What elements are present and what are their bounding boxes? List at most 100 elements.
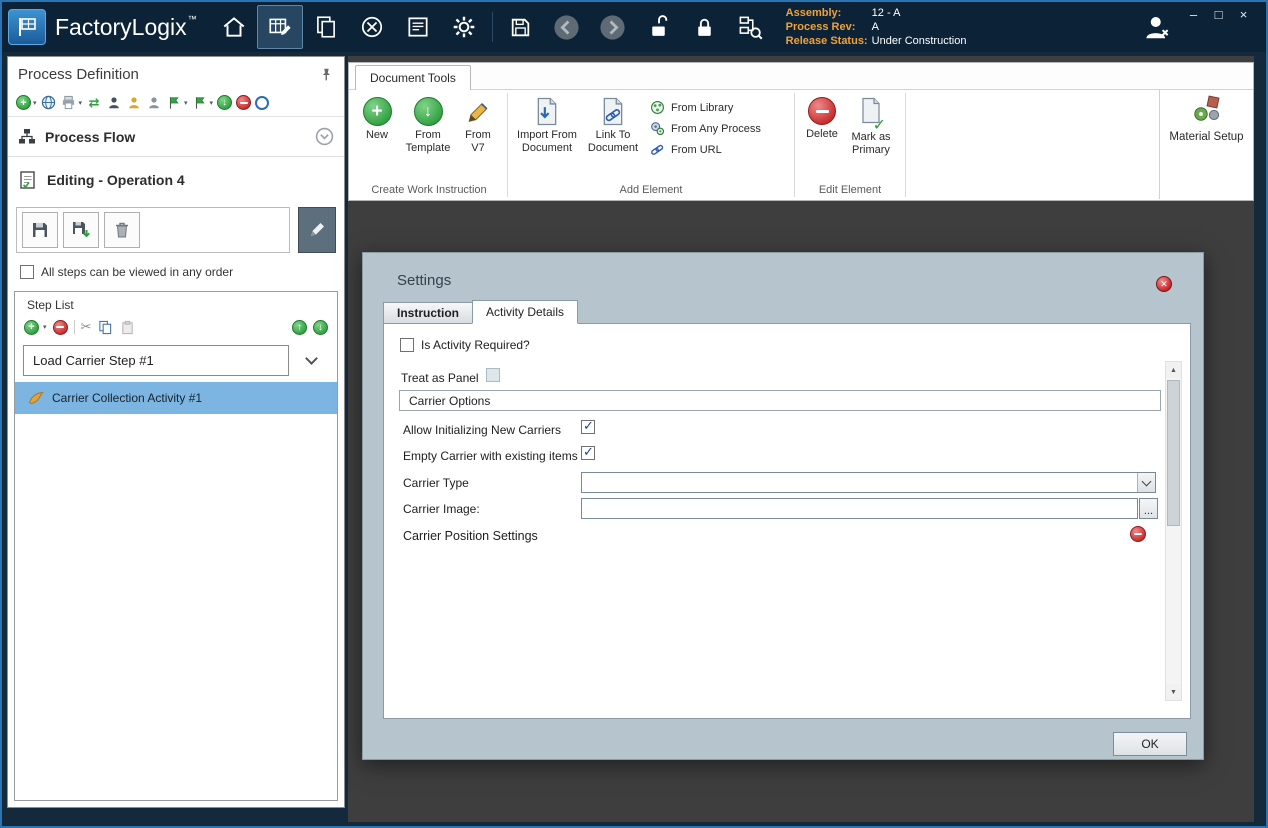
flag-dropdown-caret[interactable]: ▾	[184, 99, 188, 107]
operator-icon[interactable]	[106, 95, 122, 111]
link-to-document-button[interactable]: Link To Document	[582, 94, 644, 158]
scroll-down-button[interactable]: ▼	[1166, 684, 1181, 700]
documents-icon	[313, 14, 339, 40]
record-icon[interactable]	[255, 96, 269, 110]
dialog-tabs: Instruction Activity Details	[383, 300, 578, 324]
add-icon[interactable]: +	[16, 95, 31, 110]
process-search-button[interactable]	[728, 5, 774, 49]
all-steps-checkbox-row: All steps can be viewed in any order	[8, 257, 344, 287]
copy-icon[interactable]	[97, 319, 113, 335]
editing-actions-row	[8, 203, 344, 257]
vertical-scrollbar[interactable]: ▲ ▼	[1165, 361, 1182, 701]
unlock-icon	[646, 15, 671, 40]
delete-step-button[interactable]	[104, 212, 140, 248]
processes-icon	[650, 121, 665, 136]
remove-step-icon[interactable]	[53, 320, 68, 335]
user-account-button[interactable]	[1142, 12, 1172, 45]
process-rev-label: Process Rev:	[786, 20, 872, 34]
group-add-label: Add Element	[512, 180, 790, 200]
carrier-type-combobox[interactable]	[581, 472, 1156, 493]
carrier-type-dropdown-button[interactable]	[1137, 473, 1155, 492]
tab-activity-details[interactable]: Activity Details	[472, 300, 578, 324]
trademark-symbol: ™	[188, 14, 197, 24]
from-any-process-label: From Any Process	[671, 123, 761, 135]
toolbar-separator	[74, 320, 75, 334]
from-template-button[interactable]: ↓ From Template	[399, 94, 457, 158]
gray-user-icon[interactable]	[146, 95, 162, 111]
minimize-button[interactable]: –	[1181, 6, 1206, 24]
compass-icon	[359, 14, 385, 40]
reports-button[interactable]	[395, 5, 441, 49]
move-step-down-icon[interactable]: ↓	[313, 320, 328, 335]
carrier-image-input[interactable]	[581, 498, 1138, 519]
add-step-icon[interactable]: +	[24, 320, 39, 335]
documents-button[interactable]	[303, 5, 349, 49]
news-icon	[405, 14, 431, 40]
step-selector-combobox[interactable]: Load Carrier Step #1	[23, 345, 289, 376]
mark-as-primary-button[interactable]: ✓ Mark as Primary	[845, 94, 897, 160]
back-button[interactable]	[544, 5, 590, 49]
release-status-label: Release Status:	[786, 34, 872, 48]
flag2-dropdown-caret[interactable]: ▾	[210, 99, 214, 107]
move-down-icon[interactable]: ↓	[217, 95, 232, 110]
remove-carrier-position-button[interactable]	[1130, 526, 1146, 542]
scroll-up-button[interactable]: ▲	[1166, 362, 1181, 378]
home-button[interactable]	[211, 5, 257, 49]
sync-icon[interactable]: ⇄	[86, 95, 102, 111]
allow-initializing-checkbox[interactable]	[581, 420, 595, 434]
maximize-button[interactable]: □	[1206, 6, 1231, 24]
cut-icon[interactable]: ✂	[81, 319, 92, 335]
forward-arrow-icon	[598, 13, 627, 42]
import-step-button[interactable]	[63, 212, 99, 248]
flag-icon[interactable]	[166, 95, 182, 111]
new-instruction-button[interactable]: + New	[355, 94, 399, 145]
titlebar: FactoryLogix™	[2, 2, 1266, 52]
pin-icon[interactable]	[318, 67, 334, 83]
print-dropdown-caret[interactable]: ▾	[79, 99, 83, 107]
tree-search-icon	[737, 14, 764, 41]
process-editor-button[interactable]	[257, 5, 303, 49]
scroll-thumb[interactable]	[1167, 380, 1180, 526]
scroll-track[interactable]	[1166, 378, 1181, 684]
from-any-process-button[interactable]: From Any Process	[650, 120, 761, 137]
paste-icon[interactable]	[119, 319, 135, 335]
tab-instruction[interactable]: Instruction	[383, 302, 472, 324]
add-dropdown-caret[interactable]: ▾	[33, 99, 37, 107]
ok-button[interactable]: OK	[1113, 732, 1187, 756]
ribbon-tabstrip: Document Tools	[349, 63, 1253, 90]
carrier-image-browse-button[interactable]: ...	[1139, 498, 1158, 519]
tab-document-tools[interactable]: Document Tools	[355, 65, 471, 90]
import-from-document-button[interactable]: Import From Document	[512, 94, 582, 158]
document-tools-ribbon: Document Tools + New ↓ From Template	[348, 62, 1254, 201]
forward-button[interactable]	[590, 5, 636, 49]
globe-icon[interactable]	[41, 95, 57, 111]
carrier-position-settings-label: Carrier Position Settings	[403, 529, 538, 543]
from-library-button[interactable]: From Library	[650, 99, 761, 116]
flag2-icon[interactable]	[192, 95, 208, 111]
close-button[interactable]: ×	[1231, 6, 1256, 24]
save-button[interactable]	[498, 5, 544, 49]
settings-gear-button[interactable]	[441, 5, 487, 49]
is-activity-required-checkbox[interactable]	[400, 338, 414, 352]
remove-icon[interactable]	[236, 95, 251, 110]
save-step-button[interactable]	[22, 212, 58, 248]
print-icon[interactable]	[61, 95, 77, 111]
navigate-button[interactable]	[349, 5, 395, 49]
carrier-options-label: Carrier Options	[409, 394, 490, 408]
step-selector-chevron-icon[interactable]	[305, 352, 318, 365]
dialog-close-button[interactable]: ✕	[1156, 276, 1172, 292]
add-step-caret[interactable]: ▾	[43, 323, 47, 331]
gold-user-icon[interactable]	[126, 95, 142, 111]
from-url-button[interactable]: From URL	[650, 141, 761, 158]
from-v7-button[interactable]: From V7	[457, 94, 499, 158]
step-list-item-selected[interactable]: Carrier Collection Activity #1	[15, 382, 337, 414]
unlock-button[interactable]	[636, 5, 682, 49]
move-step-up-icon[interactable]: ↑	[292, 320, 307, 335]
all-steps-checkbox[interactable]	[20, 265, 34, 279]
empty-carrier-checkbox[interactable]	[581, 446, 595, 460]
delete-element-button[interactable]: Delete	[799, 94, 845, 144]
process-flow-row[interactable]: Process Flow	[8, 117, 344, 157]
edit-instruction-button[interactable]	[298, 207, 336, 253]
collapse-circle-icon[interactable]	[315, 127, 334, 146]
lock-button[interactable]	[682, 5, 728, 49]
